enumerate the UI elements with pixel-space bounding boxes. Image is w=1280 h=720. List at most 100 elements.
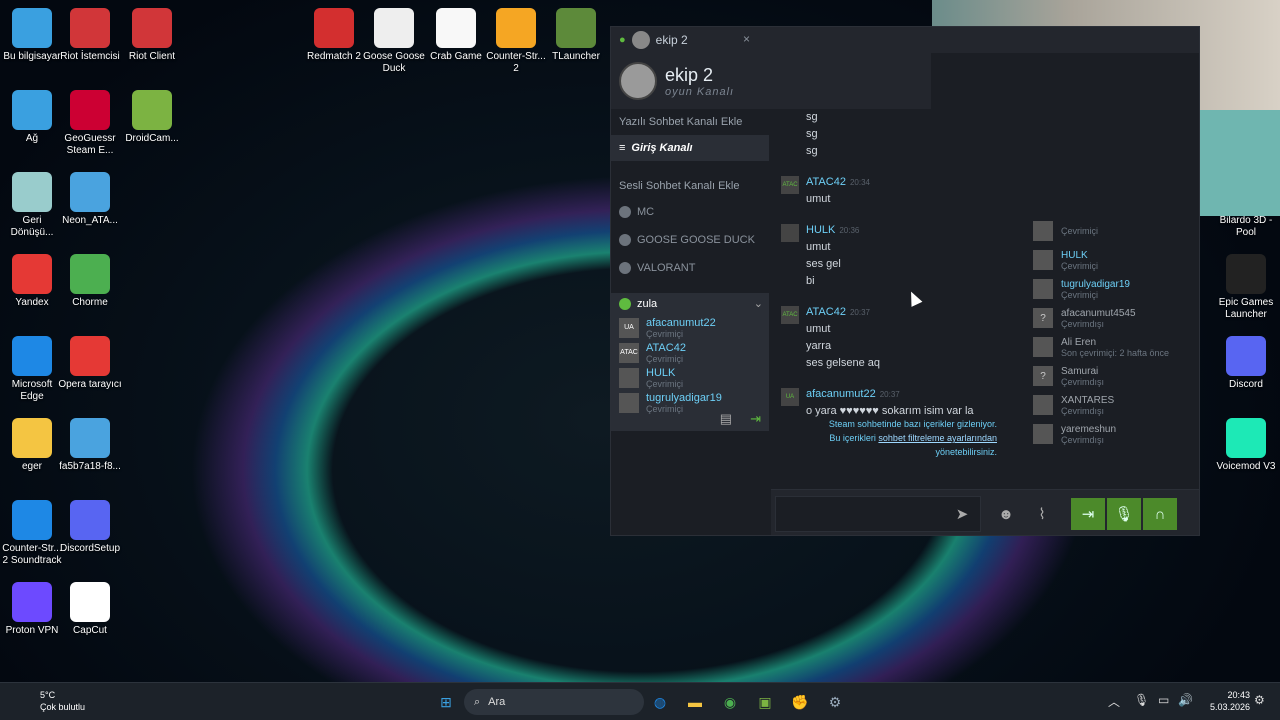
- desktop-icon[interactable]: Riot Client: [120, 8, 184, 63]
- member-item[interactable]: XANTARES Çevrimdışı: [1033, 393, 1114, 417]
- voice-channel-mc[interactable]: MC: [611, 199, 769, 225]
- member-name: tugrulyadigar19: [1061, 278, 1130, 290]
- mic-tray-icon[interactable]: 🎙: [1134, 693, 1149, 707]
- desktop-icon[interactable]: Proton VPN: [0, 582, 64, 637]
- desktop-icon[interactable]: Neon_ATA...: [58, 172, 122, 227]
- text-channel-item[interactable]: ≡ Giriş Kanalı: [611, 135, 769, 161]
- weather-widget[interactable]: 5°C Çok bulutlu: [12, 689, 85, 713]
- desktop-icon[interactable]: Ağ: [0, 90, 64, 145]
- steam-icon[interactable]: ⚙: [823, 690, 847, 714]
- volume-icon[interactable]: 🔊: [1178, 693, 1193, 707]
- file-explorer-icon[interactable]: ▬: [683, 690, 707, 714]
- avatar[interactable]: ATAC: [781, 176, 799, 194]
- desktop-icon[interactable]: Counter-Str... 2: [484, 8, 548, 75]
- leave-voice-button[interactable]: ⇥: [1071, 498, 1105, 530]
- microphone-icon[interactable]: 🎙: [1107, 498, 1141, 530]
- voice-channel-goose[interactable]: GOOSE GOOSE DUCK: [611, 227, 769, 253]
- taskbar-search[interactable]: ⌕ Ara: [464, 689, 644, 715]
- desktop-icon[interactable]: Crab Game: [424, 8, 488, 63]
- desktop-icon[interactable]: Chorme: [58, 254, 122, 309]
- proton-vpn-icon: [12, 582, 52, 622]
- message-sender[interactable]: ATAC42 20:34: [806, 176, 870, 188]
- add-voice-channel-button[interactable]: Sesli Sohbet Kanalı Ekle: [611, 173, 769, 199]
- desktop-icon[interactable]: eger: [0, 418, 64, 473]
- member-item[interactable]: Çevrimiçi: [1033, 219, 1098, 243]
- steam-group-chat-window[interactable]: ● ekip 2 × ekip 2 oyun Kanalı Yazılı Soh…: [610, 26, 1200, 536]
- avatar[interactable]: [781, 224, 799, 242]
- member-item[interactable]: ? afacanumut4545 Çevrimdışı: [1033, 306, 1136, 330]
- desktop-icon-label: Opera tarayıcı: [58, 379, 122, 390]
- chat-tab-title[interactable]: ekip 2: [656, 33, 688, 47]
- desktop-icon-label: GeoGuessr Steam E...: [64, 133, 116, 156]
- filter-settings-link[interactable]: sohbet filtreleme ayarlarından: [878, 433, 997, 443]
- desktop-icon[interactable]: GeoGuessr Steam E...: [58, 90, 122, 157]
- desktop-icon[interactable]: Epic Games Launcher: [1214, 254, 1278, 321]
- message-sender[interactable]: ATAC42 20:37: [806, 306, 870, 318]
- voice-channel-zula[interactable]: zula ⌄: [611, 293, 769, 315]
- avatar[interactable]: ATAC: [781, 306, 799, 324]
- chat-titlebar[interactable]: ● ekip 2 ×: [611, 27, 1199, 53]
- voice-channel-valorant[interactable]: VALORANT: [611, 255, 769, 281]
- desktop-icon-label: Discord: [1229, 379, 1263, 390]
- desktop-icon[interactable]: Bu bilgisayar: [0, 8, 64, 63]
- chrome-icon[interactable]: ◉: [718, 690, 742, 714]
- close-icon[interactable]: ×: [743, 32, 750, 46]
- notification-icon[interactable]: ⚙: [1254, 693, 1265, 707]
- chevron-up-icon[interactable]: ︿: [1108, 693, 1120, 710]
- desktop-icon[interactable]: Microsoft Edge: [0, 336, 64, 403]
- member-item[interactable]: yaremeshun Çevrimdışı: [1033, 422, 1116, 446]
- avatar[interactable]: UA: [781, 388, 799, 406]
- leave-voice-icon[interactable]: ⇥: [750, 411, 761, 427]
- member-status: Çevrimiçi: [1061, 289, 1098, 300]
- desktop-icon[interactable]: Discord: [1214, 336, 1278, 391]
- desktop-icon[interactable]: Riot İstemcisi: [58, 8, 122, 63]
- desktop-icon[interactable]: Geri Dönüşü...: [0, 172, 64, 239]
- voice-member[interactable]: ATAC ATAC42 Çevrimiçi: [611, 340, 769, 365]
- settings-icon[interactable]: ▤: [720, 411, 732, 427]
- desktop-icon[interactable]: TLauncher: [544, 8, 608, 63]
- member-item[interactable]: HULK Çevrimiçi: [1033, 248, 1098, 272]
- sender-name: ATAC42: [806, 176, 846, 188]
- riot-client-icon[interactable]: ✊: [788, 690, 812, 714]
- desktop-icon[interactable]: CapCut: [58, 582, 122, 637]
- desktop-icon-label: Chorme: [72, 297, 108, 308]
- droidcam-icon[interactable]: ▣: [753, 690, 777, 714]
- clock[interactable]: 20:43 5.03.2026: [1210, 689, 1250, 713]
- message-line: sg: [806, 145, 818, 157]
- desktop-icon-label: Epic Games Launcher: [1218, 297, 1274, 320]
- mic-icon: ●: [619, 34, 626, 46]
- desktop-icon[interactable]: Redmatch 2: [302, 8, 366, 63]
- voice-member[interactable]: UA afacanumut22 Çevrimiçi: [611, 315, 769, 340]
- member-status: Son çevrimiçi: 2 hafta önce: [1061, 347, 1170, 358]
- add-text-channel-button[interactable]: Yazılı Sohbet Kanalı Ekle: [611, 109, 769, 135]
- member-item[interactable]: Ali Eren Son çevrimiçi: 2 hafta önce: [1033, 335, 1169, 359]
- chevron-down-icon[interactable]: ⌄: [754, 297, 763, 310]
- network-icon[interactable]: ▭: [1158, 693, 1169, 707]
- desktop-icon-label: Riot İstemcisi: [60, 51, 120, 62]
- voice-member[interactable]: HULK Çevrimiçi: [611, 365, 769, 390]
- desktop-icon[interactable]: Voicemod V3: [1214, 418, 1278, 473]
- attach-icon[interactable]: ⌇: [1025, 498, 1059, 530]
- r2-icon: [314, 8, 354, 48]
- member-item[interactable]: tugrulyadigar19 Çevrimiçi: [1033, 277, 1130, 301]
- member-item[interactable]: ? Samurai Çevrimdışı: [1033, 364, 1104, 388]
- send-icon[interactable]: ➤: [945, 498, 979, 530]
- voice-channel-label: VALORANT: [637, 262, 696, 274]
- folder-icon: [12, 418, 52, 458]
- headphones-icon[interactable]: ∩: [1143, 498, 1177, 530]
- desktop-icon[interactable]: Goose Goose Duck: [362, 8, 426, 75]
- windows-start-icon[interactable]: ⊞: [434, 690, 458, 714]
- desktop-icon[interactable]: Opera tarayıcı: [58, 336, 122, 391]
- emoticon-icon[interactable]: ☻: [989, 498, 1023, 530]
- edge-icon[interactable]: ◍: [648, 690, 672, 714]
- desktop-icon-label: DiscordSetup: [59, 543, 121, 554]
- desktop-icon[interactable]: DroidCam...: [120, 90, 184, 145]
- desktop-icon[interactable]: Counter-Str... 2 Soundtrack: [0, 500, 64, 567]
- desktop-icon[interactable]: Yandex: [0, 254, 64, 309]
- active-voice-channel[interactable]: zula ⌄ UA afacanumut22 Çevrimiçi ATAC ATAC42…: [611, 293, 769, 431]
- sender-name: afacanumut22: [806, 388, 876, 400]
- desktop-icon[interactable]: DiscordSetup: [58, 500, 122, 555]
- message-sender[interactable]: afacanumut22 20:37: [806, 388, 900, 400]
- message-sender[interactable]: HULK 20:36: [806, 224, 859, 236]
- desktop-icon[interactable]: fa5b7a18-f8...: [58, 418, 122, 473]
